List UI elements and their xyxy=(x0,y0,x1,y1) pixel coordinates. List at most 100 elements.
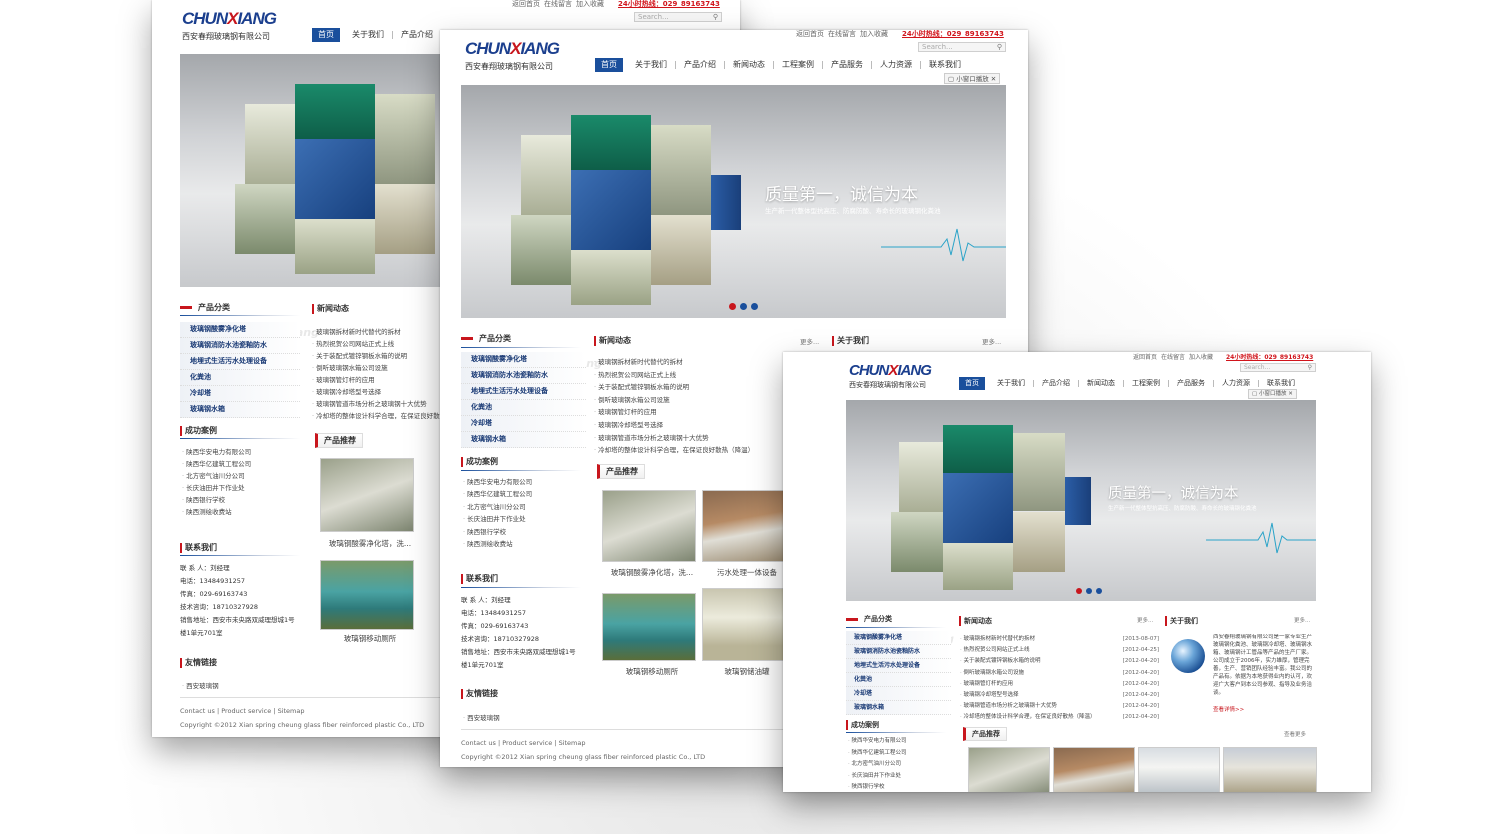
news-item[interactable]: 玻璃钢冷却塔型号选择 xyxy=(594,419,774,432)
search-input[interactable]: Search... ⚲ xyxy=(918,42,1006,52)
category-item[interactable]: 冷却塔 xyxy=(461,416,586,432)
category-item[interactable]: 玻璃钢消防水池瓷釉防水 xyxy=(180,338,300,354)
slide-dot[interactable] xyxy=(1076,588,1082,594)
news-item[interactable]: 热烈祝贺公司网站正式上线 xyxy=(312,338,442,350)
news-item[interactable]: 玻璃钢管灯杆的应用 xyxy=(960,679,1120,690)
slide-dot[interactable] xyxy=(1096,588,1102,594)
product-thumb-5[interactable] xyxy=(1138,747,1220,792)
slide-dot[interactable] xyxy=(740,303,747,310)
news-more-link[interactable]: 更多... xyxy=(800,336,819,346)
search-input[interactable]: Search... ⚲ xyxy=(634,12,722,22)
news-item[interactable]: 冷却塔的整体设计科学合理，在保证良好散热（降温） xyxy=(960,712,1120,723)
product-thumb-1[interactable] xyxy=(968,747,1050,792)
case-item[interactable]: 陕西华亿建筑工程公司 xyxy=(182,458,302,470)
about-detail-link[interactable]: 查看详情>> xyxy=(1213,705,1244,713)
logo[interactable]: CHUNXIANG xyxy=(849,362,932,379)
footer-contact-link[interactable]: Contact us xyxy=(180,707,215,715)
product-thumb-2[interactable] xyxy=(702,490,790,562)
nav-service[interactable]: 产品服务 xyxy=(823,61,872,69)
nav-hr[interactable]: 人力资源 xyxy=(1214,380,1259,387)
case-item[interactable]: 长庆油田井下作业处 xyxy=(463,513,583,525)
nav-contact[interactable]: 联系我们 xyxy=(921,61,969,69)
footer-service-link[interactable]: Product service xyxy=(221,707,271,715)
category-item[interactable]: 冷却塔 xyxy=(846,687,951,701)
slide-dot[interactable] xyxy=(751,303,758,310)
category-item[interactable]: 玻璃钢酸雾净化塔 xyxy=(461,352,586,368)
news-item[interactable]: 关于装配式镀锌钢板水箱的说明 xyxy=(594,381,774,394)
home-link[interactable]: 返回首页 xyxy=(796,30,824,38)
case-item[interactable]: 长庆油田井下作业处 xyxy=(182,482,302,494)
news-item[interactable]: 玻璃钢管道市场分析之玻璃钢十大优势 xyxy=(960,701,1120,712)
news-more-link[interactable]: 更多... xyxy=(1137,616,1153,624)
nav-service[interactable]: 产品服务 xyxy=(1169,380,1214,387)
close-icon[interactable]: ✕ xyxy=(991,75,996,83)
favorite-link[interactable]: 加入收藏 xyxy=(1189,354,1213,361)
news-item[interactable]: 玻璃钢管灯杆的应用 xyxy=(312,374,442,386)
category-item[interactable]: 地埋式生活污水处理设备 xyxy=(461,384,586,400)
logo[interactable]: CHUNXIANG xyxy=(465,39,560,59)
favorite-link[interactable]: 加入收藏 xyxy=(576,0,604,8)
category-item[interactable]: 玻璃钢酸雾净化塔 xyxy=(846,631,951,645)
product-caption-2[interactable]: 污水处理一体设备 xyxy=(702,567,792,578)
case-item[interactable]: 陕西银行学校 xyxy=(182,494,302,506)
product-caption-1[interactable]: 玻璃钢酸雾净化塔，洗... xyxy=(602,567,702,578)
logo[interactable]: CHUNXIANG xyxy=(182,9,277,29)
news-item[interactable]: 倒听玻璃钢水箱公司设施 xyxy=(594,394,774,407)
slide-dot[interactable] xyxy=(1086,588,1092,594)
news-item[interactable]: 玻璃钢冷却塔型号选择 xyxy=(960,690,1120,701)
recommend-more-link[interactable]: 查看更多 xyxy=(1284,730,1306,738)
nav-hr[interactable]: 人力资源 xyxy=(872,61,921,69)
nav-cases[interactable]: 工程案例 xyxy=(774,61,823,69)
message-link[interactable]: 在线留言 xyxy=(1161,354,1185,361)
category-item[interactable]: 玻璃钢水箱 xyxy=(846,701,951,715)
category-item[interactable]: 化粪池 xyxy=(846,673,951,687)
search-icon[interactable]: ⚲ xyxy=(997,43,1002,51)
category-item[interactable]: 冷却塔 xyxy=(180,386,300,402)
nav-products[interactable]: 产品介绍 xyxy=(1034,380,1079,387)
product-thumb-1[interactable] xyxy=(320,458,414,532)
product-thumb-4[interactable] xyxy=(702,588,790,661)
footer-service-link[interactable]: Product service xyxy=(502,739,552,747)
case-item[interactable]: 北方密气油川分公司 xyxy=(848,759,948,771)
favorite-link[interactable]: 加入收藏 xyxy=(860,30,888,38)
category-item[interactable]: 玻璃钢水箱 xyxy=(180,402,300,418)
footer-sitemap-link[interactable]: Sitemap xyxy=(559,739,586,747)
footer-sitemap-link[interactable]: Sitemap xyxy=(278,707,305,715)
news-item[interactable]: 热烈祝贺公司网站正式上线 xyxy=(594,369,774,382)
news-item[interactable]: 玻璃钢冷却塔型号选择 xyxy=(312,386,442,398)
search-input[interactable]: Search... ⚲ xyxy=(1240,363,1316,372)
search-icon[interactable]: ⚲ xyxy=(713,13,718,21)
news-item[interactable]: 关于装配式镀锌钢板水箱的说明 xyxy=(312,350,442,362)
case-item[interactable]: 陕西银行学校 xyxy=(463,526,583,538)
product-thumb-3[interactable] xyxy=(320,560,414,630)
news-item[interactable]: 倒听玻璃钢水箱公司设施 xyxy=(312,362,442,374)
nav-home[interactable]: 首页 xyxy=(959,377,985,390)
nav-news[interactable]: 新闻动态 xyxy=(1079,380,1124,387)
home-link[interactable]: 返回首页 xyxy=(1133,354,1157,361)
message-link[interactable]: 在线留言 xyxy=(544,0,572,8)
about-more-link[interactable]: 更多... xyxy=(982,336,1001,346)
slide-dot[interactable] xyxy=(729,303,736,310)
nav-home[interactable]: 首页 xyxy=(595,58,623,72)
news-item[interactable]: 关于装配式镀锌钢板水箱的说明 xyxy=(960,656,1120,667)
case-item[interactable]: 陕西华亿建筑工程公司 xyxy=(463,488,583,500)
news-item[interactable]: 冷却塔的整体设计科学合理，在保证良好散热（降温） xyxy=(594,444,774,457)
news-item[interactable]: 热烈祝贺公司网站正式上线 xyxy=(960,645,1120,656)
small-window-button[interactable]: ▢ 小窗口播放 ✕ xyxy=(944,73,1001,84)
small-window-button[interactable]: ▢ 小窗口播放 ✕ xyxy=(1248,389,1297,399)
news-item[interactable]: 倒听玻璃钢水箱公司设施 xyxy=(960,668,1120,679)
product-caption-1[interactable]: 玻璃钢酸雾净化塔，洗... xyxy=(320,538,420,549)
product-caption-4[interactable]: 玻璃钢储油罐 xyxy=(702,666,792,677)
nav-about[interactable]: 关于我们 xyxy=(627,61,676,69)
category-item[interactable]: 玻璃钢消防水池瓷釉防水 xyxy=(846,645,951,659)
case-item[interactable]: 陕西测绘收费站 xyxy=(182,506,302,518)
nav-products[interactable]: 产品介绍 xyxy=(393,31,441,39)
news-item[interactable]: 玻璃钢拆材新时代替代的拆材 xyxy=(312,326,442,338)
news-item[interactable]: 玻璃钢拆材新时代替代的拆材 xyxy=(594,356,774,369)
case-item[interactable]: 陕西华亿建筑工程公司 xyxy=(848,748,948,760)
product-caption-3[interactable]: 玻璃钢移动厕所 xyxy=(320,633,420,644)
nav-about[interactable]: 关于我们 xyxy=(344,31,393,39)
nav-about[interactable]: 关于我们 xyxy=(989,380,1034,387)
product-caption-3[interactable]: 玻璃钢移动厕所 xyxy=(602,666,702,677)
news-item[interactable]: 玻璃钢拆材新时代替代的拆材 xyxy=(960,634,1120,645)
